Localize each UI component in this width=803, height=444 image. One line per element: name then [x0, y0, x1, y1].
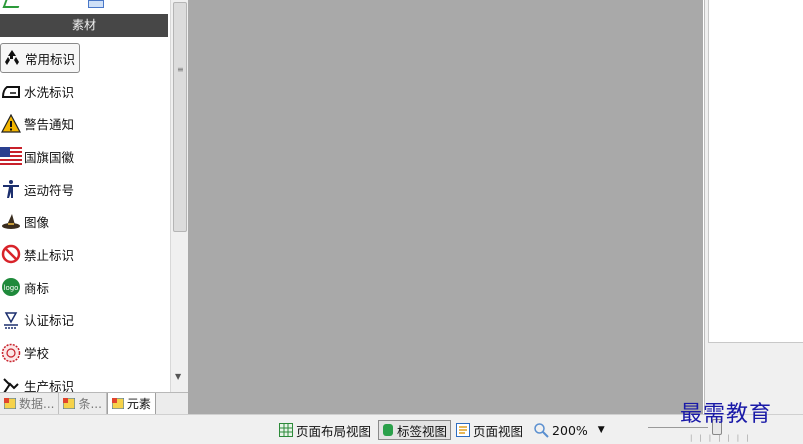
tab-label: 元素	[126, 397, 151, 411]
page-layout-view-label: 页面布局视图	[296, 423, 372, 439]
category-list: 常用标识 水洗标识 警告通知 国旗国徽 运动符号 图像 禁止标识 logo 商标…	[0, 42, 168, 392]
flag-icon	[0, 145, 22, 167]
page-view-label: 页面视图	[473, 423, 524, 439]
category-label: 图像	[24, 215, 50, 231]
category-label: 运动符号	[24, 182, 75, 198]
school-emblem-icon	[0, 342, 22, 364]
magnifier-icon	[533, 422, 549, 438]
grip-icon: ≡	[177, 65, 184, 74]
logo-badge-icon: logo	[0, 276, 22, 298]
category-item-schools[interactable]: 学校	[0, 336, 168, 369]
category-item-flags[interactable]: 国旗国徽	[0, 140, 168, 173]
tab-label: 数据...	[19, 397, 55, 411]
barcode-tab-icon	[62, 397, 76, 410]
watermark: 最需教育	[680, 402, 773, 427]
scrollbar-thumb[interactable]: ≡	[173, 2, 187, 232]
category-item-washing[interactable]: 水洗标识	[0, 75, 168, 108]
panel-scrollbar[interactable]: ≡ ▼	[170, 0, 188, 392]
scroll-down-arrow-icon[interactable]: ▼	[175, 372, 181, 381]
grid-view-icon	[279, 423, 293, 437]
tab-barcode[interactable]: 条...	[59, 393, 107, 414]
tab-data[interactable]: 数据...	[0, 393, 60, 414]
production-icon	[0, 374, 22, 392]
previous-section-strip	[0, 0, 171, 14]
logo-badge-text: logo	[4, 284, 19, 292]
check-icon	[2, 0, 22, 8]
category-item-trademarks[interactable]: logo 商标	[0, 271, 168, 304]
design-canvas[interactable]	[188, 0, 703, 414]
zoom-slider-ticks: |||||||	[690, 434, 756, 442]
label-view-icon	[382, 423, 394, 437]
properties-panel	[704, 0, 803, 414]
category-item-production[interactable]: 生产标识	[0, 369, 168, 392]
partial-item-icon	[88, 0, 104, 8]
page-view-button[interactable]: 页面视图	[453, 420, 526, 440]
material-panel: 素材 常用标识 水洗标识 警告通知 国旗国徽 运动符号 图像 禁止标识 logo…	[0, 0, 171, 392]
category-label: 水洗标识	[24, 84, 75, 100]
zoom-value: 200%	[552, 422, 588, 438]
iron-icon	[0, 80, 22, 102]
page-view-icon	[456, 423, 471, 437]
data-tab-icon	[3, 397, 17, 410]
category-item-sports[interactable]: 运动符号	[0, 173, 168, 206]
category-label: 国旗国徽	[24, 149, 75, 165]
tab-label: 条...	[78, 397, 102, 411]
label-view-label: 标签视图	[397, 423, 448, 439]
category-label: 生产标识	[24, 378, 75, 392]
properties-area	[708, 0, 803, 343]
section-header[interactable]: 素材	[0, 14, 168, 37]
zoom-dropdown-icon[interactable]: ▼	[598, 425, 605, 435]
category-label: 警告通知	[24, 117, 75, 133]
category-label: 禁止标识	[24, 247, 75, 263]
category-item-prohibited[interactable]: 禁止标识	[0, 238, 168, 271]
page-layout-view-button[interactable]: 页面布局视图	[276, 420, 374, 440]
category-label: 商标	[24, 280, 50, 296]
label-view-button[interactable]: 标签视图	[378, 420, 452, 440]
prohibition-icon	[0, 243, 22, 265]
category-item-common[interactable]: 常用标识	[0, 42, 168, 75]
athlete-icon	[0, 178, 22, 200]
category-label: 认证标记	[24, 313, 75, 329]
certification-icon	[0, 309, 22, 331]
panel-tabs: 数据... 条... 元素	[0, 392, 188, 415]
category-label: 学校	[24, 346, 50, 362]
zoom-control[interactable]: 200% ▼	[530, 420, 608, 440]
category-item-warning[interactable]: 警告通知	[0, 107, 168, 140]
tab-elements[interactable]: 元素	[106, 393, 156, 415]
warning-icon	[0, 113, 22, 135]
witch-hat-icon	[0, 211, 22, 233]
elements-tab-icon	[111, 397, 125, 410]
recycle-icon	[1, 47, 23, 69]
view-switcher: 页面布局视图 标签视图 页面视图 200% ▼	[276, 419, 608, 441]
category-label: 常用标识	[25, 51, 76, 67]
category-item-certification[interactable]: 认证标记	[0, 304, 168, 337]
category-item-images[interactable]: 图像	[0, 205, 168, 238]
